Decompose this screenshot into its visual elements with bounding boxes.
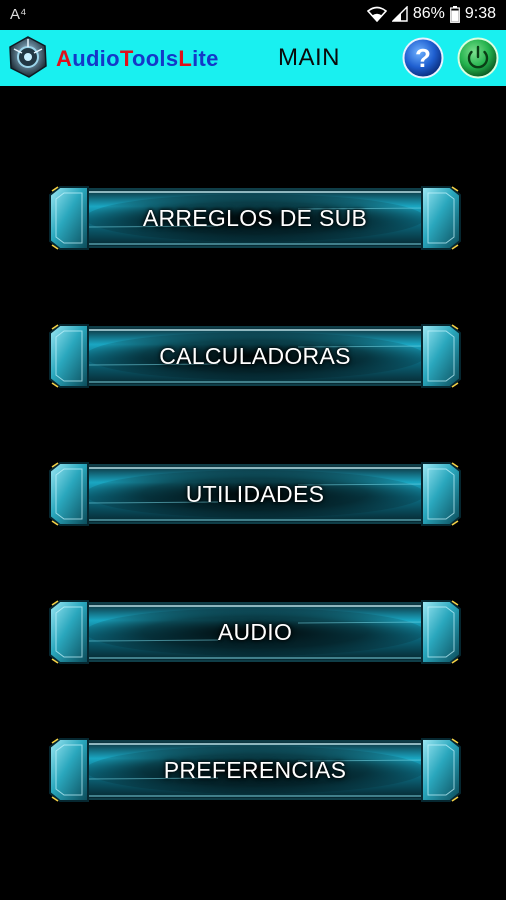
app-title-part-1-initial: A [56, 46, 73, 71]
help-icon: ? [402, 37, 444, 79]
battery-percentage: 86% [412, 5, 445, 22]
menu-button-arreglos-de-sub[interactable]: ARREGLOS DE SUB [48, 185, 462, 251]
app-bar: AudioToolsLite MAIN ? [0, 30, 506, 86]
screen-title: MAIN [278, 44, 340, 71]
menu-button-label: UTILIDADES [185, 481, 325, 507]
app-title-part-1-rest: udio [72, 46, 120, 71]
help-label: ? [415, 43, 431, 73]
app-title-part-3-rest: ite [192, 46, 219, 71]
status-bar: A⁴ 86% 9:38 [0, 0, 506, 30]
menu-button-label: PREFERENCIAS [163, 757, 347, 783]
app-title-part-2-rest: ools [131, 46, 179, 71]
menu-button-preferencias[interactable]: PREFERENCIAS [48, 737, 462, 803]
menu-button-label: ARREGLOS DE SUB [142, 205, 368, 231]
wifi-icon [366, 6, 387, 22]
status-icons: 86% 9:38 [366, 5, 496, 23]
menu-button-utilidades[interactable]: UTILIDADES [48, 461, 462, 527]
battery-icon [449, 5, 460, 23]
app-title: AudioToolsLite [56, 46, 219, 72]
menu-button-audio[interactable]: AUDIO [48, 599, 462, 665]
menu-button-label: CALCULADORAS [159, 343, 351, 369]
app-logo-icon [6, 35, 50, 79]
accessibility-indicator: A⁴ [10, 6, 27, 23]
app-title-part-2-initial: T [119, 46, 132, 71]
help-button[interactable]: ? [402, 37, 444, 79]
signal-icon [391, 6, 408, 22]
power-button[interactable] [457, 37, 499, 79]
power-icon [457, 37, 499, 79]
menu-button-calculadoras[interactable]: CALCULADORAS [48, 323, 462, 389]
app-title-part-3-initial: L [178, 46, 193, 71]
clock: 9:38 [464, 5, 496, 22]
menu-button-label: AUDIO [217, 619, 293, 645]
